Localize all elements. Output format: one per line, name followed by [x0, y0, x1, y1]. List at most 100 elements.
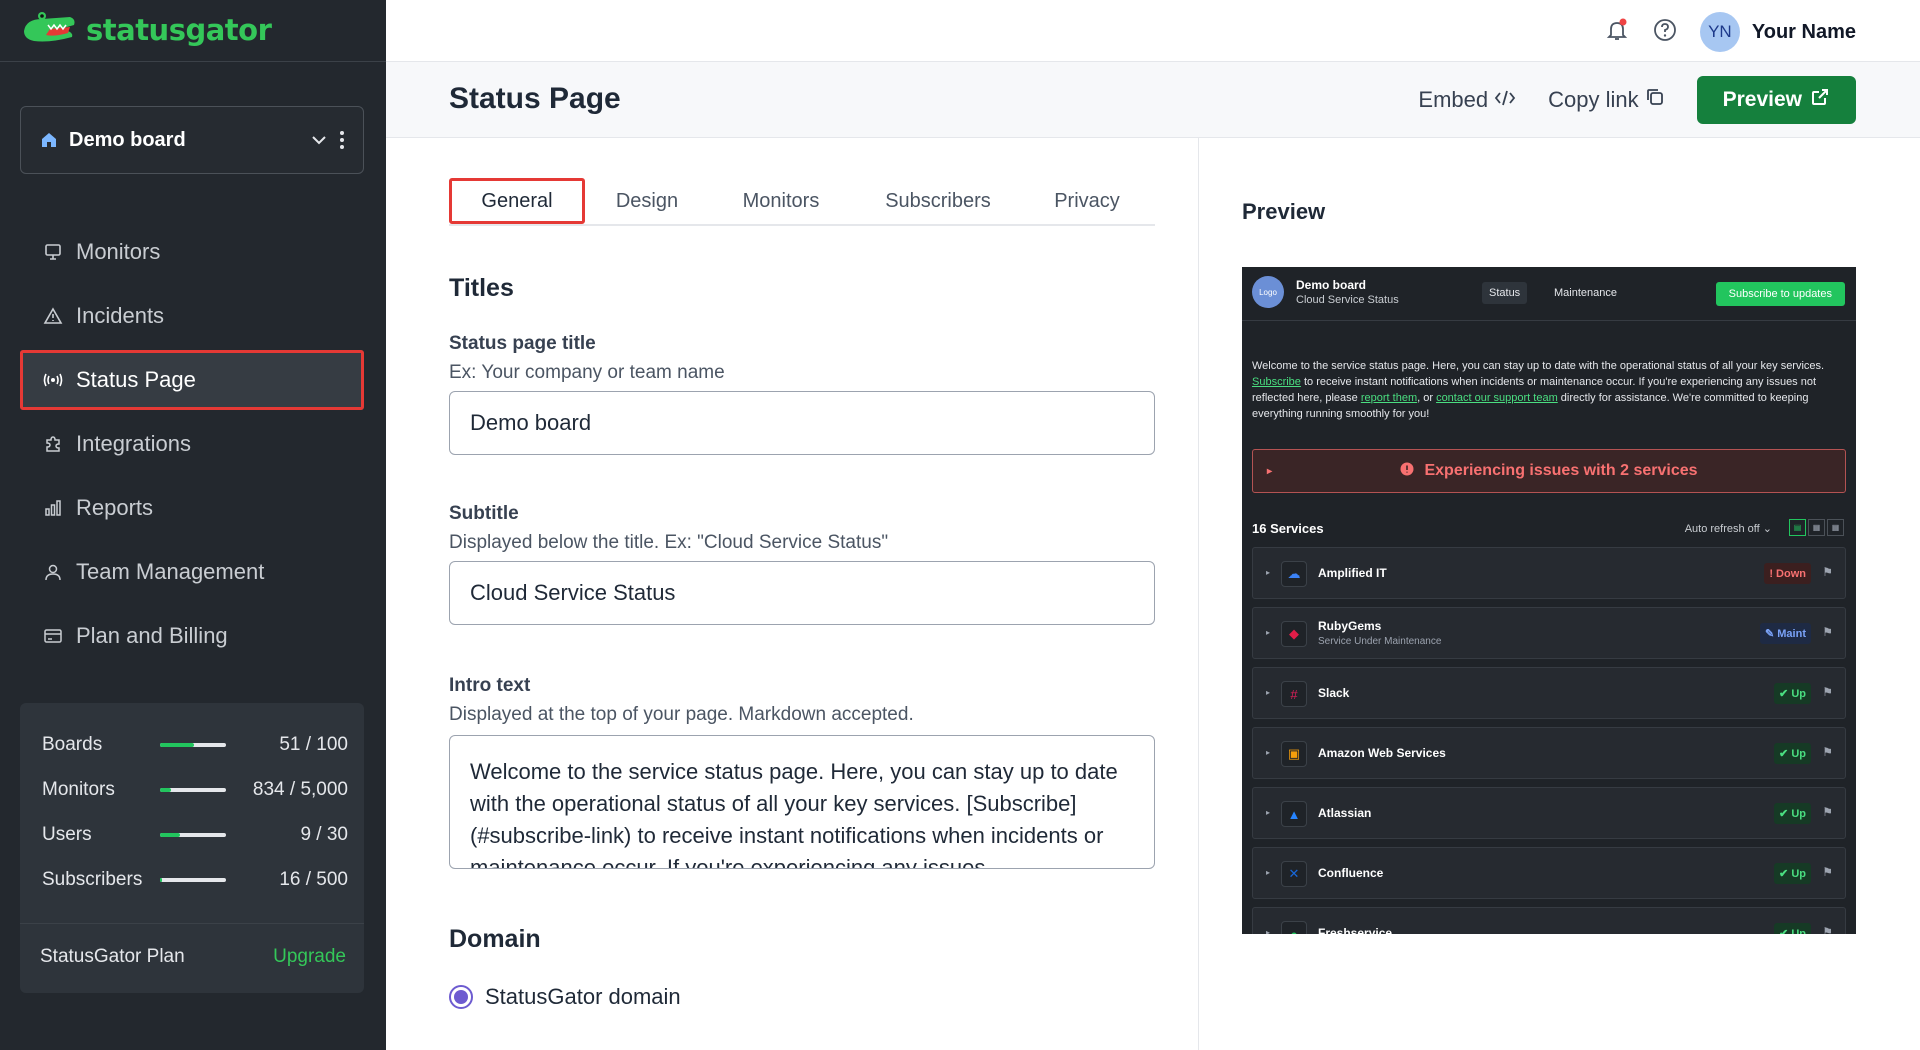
credit-card-icon	[42, 625, 64, 647]
auto-refresh-toggle[interactable]: Auto refresh off ⌄	[1685, 522, 1772, 535]
service-row[interactable]: ▸ ▣ Amazon Web Services ✔ Up ⚑	[1252, 727, 1846, 779]
caret-right-icon[interactable]: ▸	[1266, 868, 1270, 877]
service-row[interactable]: ▸ ▲ Atlassian ✔ Up ⚑	[1252, 787, 1846, 839]
flag-icon[interactable]: ⚑	[1822, 685, 1833, 699]
external-link-icon	[1810, 87, 1830, 113]
title-label: Status page title	[449, 333, 596, 354]
sidebar-item-integrations[interactable]: Integrations	[20, 414, 364, 474]
up-status-icon: ✔	[1779, 868, 1789, 880]
status-badge: ✔ Up	[1774, 803, 1811, 824]
alert-icon	[1400, 462, 1414, 481]
embed-button[interactable]: Embed	[1418, 87, 1516, 113]
service-name: Amazon Web Services	[1318, 746, 1446, 760]
usage-bar	[160, 743, 226, 747]
logo[interactable]: statusgator	[20, 11, 272, 48]
status-badge: ✎ Maint	[1759, 623, 1811, 644]
status-badge: ! Down	[1764, 563, 1811, 584]
tab-monitors[interactable]: Monitors	[709, 178, 853, 224]
status-text: Up	[1791, 747, 1806, 760]
status-badge: ✔ Up	[1774, 683, 1811, 704]
caret-right-icon[interactable]: ▸	[1266, 928, 1270, 934]
flag-icon[interactable]: ⚑	[1822, 625, 1833, 639]
radio-selected[interactable]	[449, 985, 473, 1009]
usage-row-boards: Boards 51 / 100	[42, 730, 348, 760]
sidebar-item-status-page[interactable]: Status Page	[20, 350, 364, 410]
domain-option-statusgator[interactable]: StatusGator domain	[449, 984, 681, 1010]
sidebar-item-team-management[interactable]: Team Management	[20, 542, 364, 602]
grid-view-icon[interactable]: ▦	[1827, 519, 1844, 536]
service-row[interactable]: ▸ ◆ RubyGems Service Under Maintenance ✎ Mai…	[1252, 607, 1846, 659]
sidebar-item-label: Integrations	[76, 431, 191, 456]
status-text: Up	[1791, 927, 1806, 935]
preview-board-name: Demo board	[1296, 278, 1367, 292]
top-bar: YN Your Name	[386, 0, 1920, 62]
sidebar-item-label: Team Management	[76, 559, 265, 584]
preview-subscribe-button[interactable]: Subscribe to updates	[1715, 282, 1845, 306]
compact-view-icon[interactable]: ▦	[1808, 519, 1825, 536]
caret-right-icon[interactable]: ▸	[1266, 748, 1270, 757]
service-name: Confluence	[1318, 866, 1384, 880]
help-icon[interactable]	[1652, 17, 1678, 48]
preview-header: Logo Demo board Cloud Service Status Sta…	[1242, 267, 1856, 321]
sidebar-item-plan-and-billing[interactable]: Plan and Billing	[20, 606, 364, 666]
sidebar-item-monitors[interactable]: Monitors	[20, 222, 364, 282]
status-page-preview: Logo Demo board Cloud Service Status Sta…	[1242, 267, 1856, 934]
copy-link-button[interactable]: Copy link	[1548, 87, 1664, 113]
divider	[20, 923, 364, 924]
status-text: Maint	[1777, 627, 1806, 640]
upgrade-link[interactable]: Upgrade	[273, 946, 346, 968]
cloud-icon: ☁	[1281, 561, 1307, 587]
chevron-down-icon[interactable]	[309, 130, 329, 150]
list-view-icon[interactable]: ▤	[1789, 519, 1806, 536]
up-status-icon: ✔	[1779, 808, 1789, 820]
contact-link[interactable]: contact our support team	[1436, 392, 1558, 404]
flag-icon[interactable]: ⚑	[1822, 925, 1833, 934]
plan-row: StatusGator Plan Upgrade	[40, 946, 346, 968]
caret-right-icon[interactable]: ▸	[1266, 568, 1270, 577]
view-switcher: ▤ ▦ ▦	[1789, 519, 1844, 536]
title-input[interactable]: Demo board	[449, 391, 1155, 455]
plan-name: StatusGator Plan	[40, 946, 185, 967]
user-area: YN Your Name	[1604, 12, 1856, 52]
subtitle-help: Displayed below the title. Ex: "Cloud Se…	[449, 532, 889, 553]
usage-bar	[160, 833, 226, 837]
service-name: Atlassian	[1318, 806, 1372, 820]
bell-icon[interactable]	[1604, 17, 1630, 48]
tab-general[interactable]: General	[449, 178, 585, 224]
user-name[interactable]: Your Name	[1752, 21, 1856, 44]
tab-subscribers[interactable]: Subscribers	[853, 178, 1023, 224]
caret-right-icon[interactable]: ▸	[1266, 628, 1270, 637]
report-link[interactable]: report them	[1361, 392, 1417, 404]
preview-button[interactable]: Preview	[1696, 76, 1856, 124]
sidebar-item-label: Monitors	[76, 239, 161, 264]
copy-link-label: Copy link	[1548, 87, 1639, 112]
service-row[interactable]: ▸ ● Freshservice ✔ Up ⚑	[1252, 907, 1846, 934]
kebab-menu-icon[interactable]	[339, 130, 345, 150]
flag-icon[interactable]: ⚑	[1822, 745, 1833, 759]
caret-right-icon[interactable]: ▸	[1266, 688, 1270, 697]
caret-right-icon[interactable]: ▸	[1266, 808, 1270, 817]
preview-alert-banner[interactable]: ▸ Experiencing issues with 2 services	[1252, 449, 1846, 493]
preview-tab-status[interactable]: Status	[1482, 282, 1528, 304]
header-actions: Embed Copy link Preview	[1418, 76, 1856, 124]
service-row[interactable]: ▸ ☁ Amplified IT! Down ⚑	[1252, 547, 1846, 599]
subtitle-input[interactable]: Cloud Service Status	[449, 561, 1155, 625]
tab-privacy[interactable]: Privacy	[1023, 178, 1151, 224]
sidebar-item-incidents[interactable]: Incidents	[20, 286, 364, 346]
preview-tab-maintenance[interactable]: Maintenance	[1547, 282, 1624, 304]
status-text: Up	[1791, 867, 1806, 880]
subscribe-link[interactable]: Subscribe	[1252, 376, 1301, 388]
flag-icon[interactable]: ⚑	[1822, 865, 1833, 879]
flag-icon[interactable]: ⚑	[1822, 565, 1833, 579]
board-selector[interactable]: Demo board	[20, 106, 364, 174]
status-text: Up	[1791, 687, 1806, 700]
service-row[interactable]: ▸ # Slack ✔ Up ⚑	[1252, 667, 1846, 719]
sidebar-item-reports[interactable]: Reports	[20, 478, 364, 538]
flag-icon[interactable]: ⚑	[1822, 805, 1833, 819]
avatar[interactable]: YN	[1699, 12, 1740, 52]
sidebar-item-label: Status Page	[76, 367, 196, 392]
intro-textarea[interactable]: Welcome to the service status page. Here…	[449, 735, 1155, 869]
tab-design[interactable]: Design	[585, 178, 709, 224]
service-row[interactable]: ▸ ✕ Confluence ✔ Up ⚑	[1252, 847, 1846, 899]
bar-chart-icon	[42, 497, 64, 519]
